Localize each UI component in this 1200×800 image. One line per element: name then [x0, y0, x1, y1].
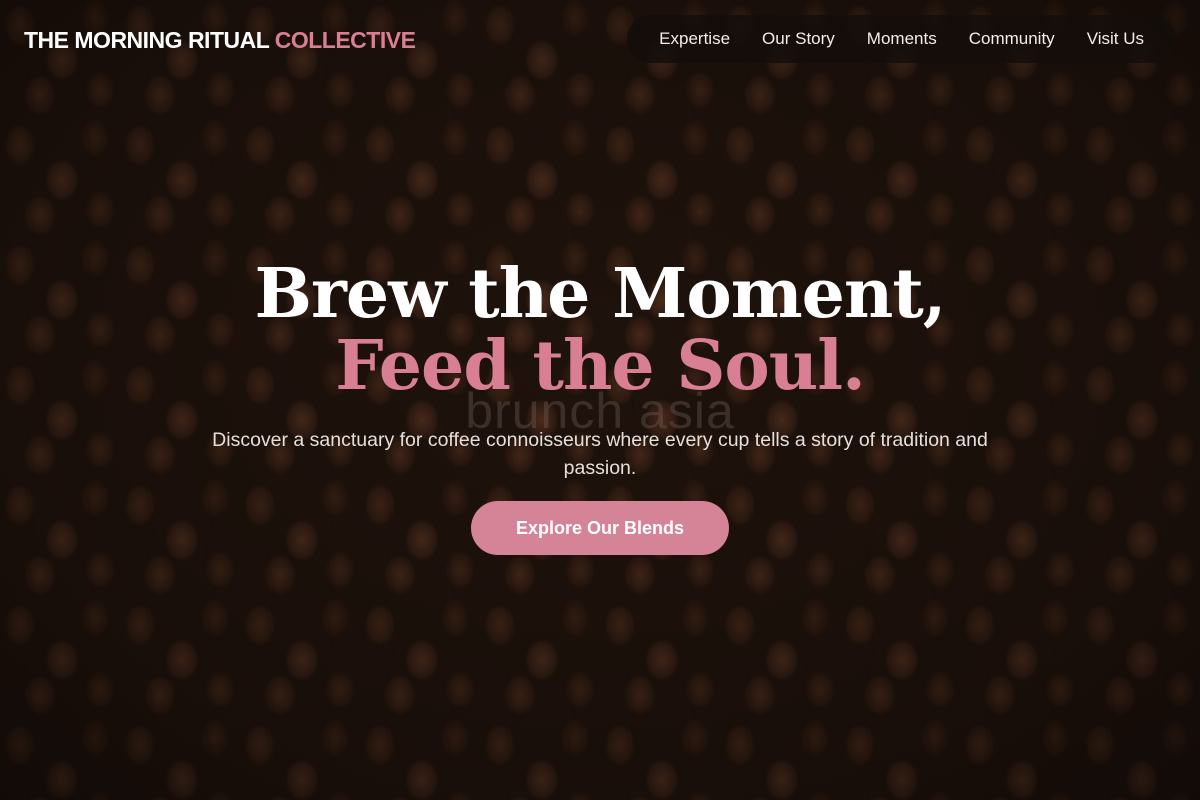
main-nav: Expertise Our Story Moments Community Vi… [627, 15, 1176, 63]
hero-subtitle: Discover a sanctuary for coffee connoiss… [212, 429, 988, 479]
nav-item-visit-us[interactable]: Visit Us [1071, 29, 1160, 49]
nav-item-community[interactable]: Community [953, 29, 1071, 49]
site-header: THE MORNING RITUAL COLLECTIVE Expertise … [0, 0, 1200, 80]
hero-headline: Brew the Moment, Feed the Soul. [0, 258, 1200, 402]
logo-main-text: THE MORNING RITUAL [24, 26, 269, 53]
headline-line-1: Brew the Moment, [254, 254, 947, 334]
nav-item-our-story[interactable]: Our Story [746, 29, 851, 49]
nav-item-moments[interactable]: Moments [851, 29, 953, 49]
logo-accent-text: COLLECTIVE [274, 26, 416, 53]
site-logo[interactable]: THE MORNING RITUAL COLLECTIVE [24, 26, 416, 54]
hero-section: brunch asia Brew the Moment, Feed the So… [0, 0, 1200, 800]
nav-item-expertise[interactable]: Expertise [643, 29, 746, 49]
headline-line-2: Feed the Soul. [335, 326, 866, 406]
explore-blends-button[interactable]: Explore Our Blends [471, 501, 729, 555]
